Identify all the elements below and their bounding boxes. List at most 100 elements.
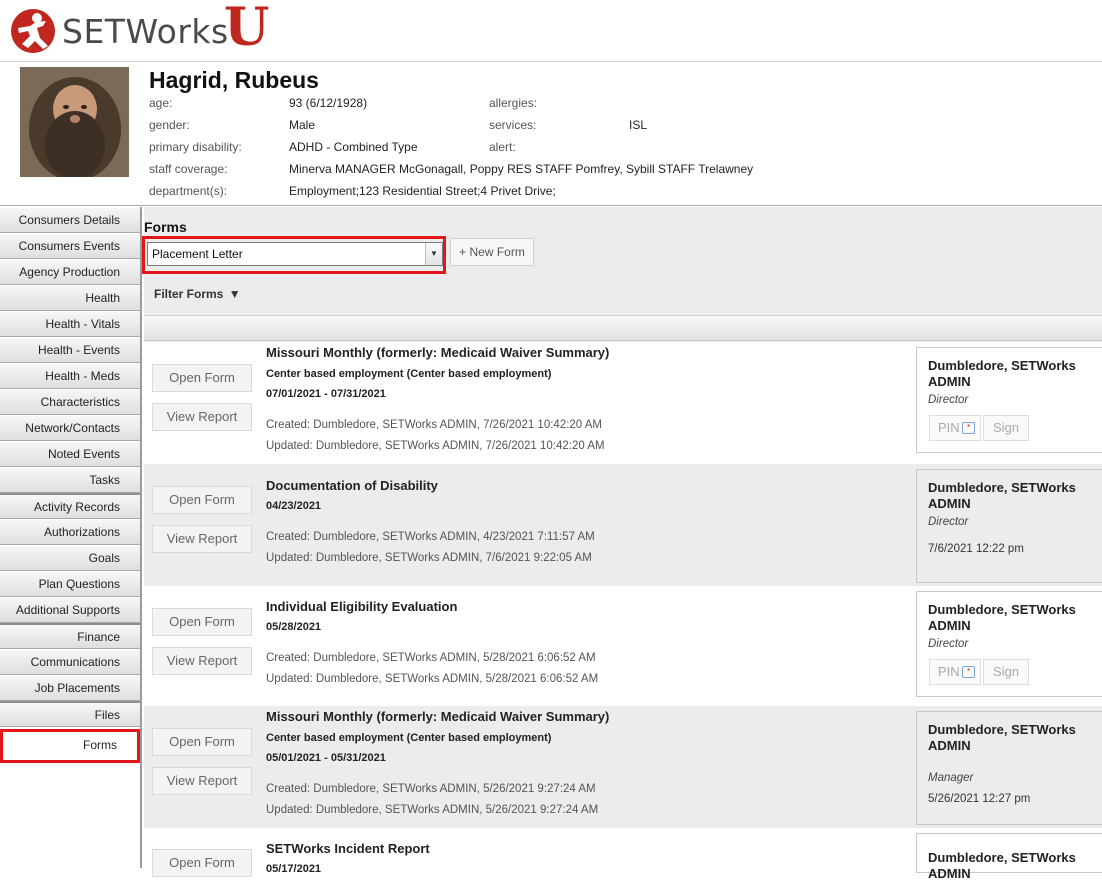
sidebar-item-health-events[interactable]: Health - Events [0,337,140,363]
forms-panel: Forms Placement Letter ▼ + New Form Filt… [142,207,1102,881]
sidebar-item-consumers-details[interactable]: Consumers Details [0,207,140,233]
staff-coverage-label: staff coverage: [149,162,228,176]
form-dates: 07/01/2021 - 07/31/2021 [266,388,386,400]
gender-label: gender: [149,118,190,132]
signature-card: Dumbledore, SETWorks ADMIN Director 7/6/… [916,469,1102,583]
signature-date: 5/26/2021 12:27 pm [928,793,1031,805]
signer-role: Director [928,638,969,650]
pin-label: PIN [938,420,960,435]
sidebar-item-health[interactable]: Health [0,285,140,311]
logo-u-mark: U [224,0,270,58]
signer-name: Dumbledore, SETWorks ADMIN [928,480,1076,511]
open-form-button[interactable]: Open Form [152,608,252,636]
sidebar-item-goals[interactable]: Goals [0,545,140,571]
form-created: Created: Dumbledore, SETWorks ADMIN, 7/2… [266,419,603,431]
sidebar-item-characteristics[interactable]: Characteristics [0,389,140,415]
sidebar-item-health-vitals[interactable]: Health - Vitals [0,311,140,337]
open-form-button[interactable]: Open Form [152,364,252,392]
sidebar-item-health-meds[interactable]: Health - Meds [0,363,140,389]
view-report-button[interactable]: View Report [152,647,252,675]
sidebar-item-activity-records[interactable]: Activity Records [0,493,140,519]
open-form-button[interactable]: Open Form [152,728,252,756]
gender-value: Male [289,118,316,132]
app-header: SETWorks U [0,0,1102,62]
age-value: 93 (6/12/1928) [289,96,368,110]
consumer-photo [20,67,129,177]
form-row: Open Form View Report Individual Eligibi… [144,586,1102,706]
view-report-button[interactable]: View Report [152,767,252,795]
signature-card: Dumbledore, SETWorks ADMIN Director PIN *… [916,347,1102,453]
sidebar-item-job-placements[interactable]: Job Placements [0,675,140,701]
form-subtitle: Center based employment (Center based em… [266,732,552,744]
sidebar-item-network-contacts[interactable]: Network/Contacts [0,415,140,441]
form-type-select[interactable]: Placement Letter ▼ [147,242,443,266]
view-report-button[interactable]: View Report [152,525,252,553]
form-updated: Updated: Dumbledore, SETWorks ADMIN, 7/6… [266,552,592,564]
form-title[interactable]: Missouri Monthly (formerly: Medicaid Wai… [266,345,609,360]
sidebar-item-files[interactable]: Files [0,701,140,727]
signer-role: Director [928,516,969,528]
age-label: age: [149,96,173,110]
primary-disability-label: primary disability: [149,140,242,154]
form-row: Open Form View Report Missouri Monthly (… [144,342,1102,464]
sidebar-nav: Consumers Details Consumers Events Agenc… [0,207,142,868]
sidebar-item-plan-questions[interactable]: Plan Questions [0,571,140,597]
allergies-label: allergies: [489,96,538,110]
signature-card: Dumbledore, SETWorks ADMIN [916,833,1102,881]
sidebar-item-additional-supports[interactable]: Additional Supports [0,597,140,623]
pin-button[interactable]: PIN * [929,415,981,441]
open-form-button[interactable]: Open Form [152,486,252,514]
services-label: services: [489,118,537,132]
filter-forms-toggle[interactable]: Filter Forms ▼ [154,287,241,301]
alert-label: alert: [489,140,516,154]
signature-card: Dumbledore, SETWorks ADMIN Director PIN *… [916,591,1102,697]
pin-pad-icon: * [962,422,975,434]
form-dates: 04/23/2021 [266,500,322,512]
form-title[interactable]: Documentation of Disability [266,478,438,493]
form-updated: Updated: Dumbledore, SETWorks ADMIN, 7/2… [266,440,605,452]
sidebar-item-communications[interactable]: Communications [0,649,140,675]
setworks-logo-icon [11,9,55,53]
logo-text: SETWorks [62,12,229,51]
sidebar-item-finance[interactable]: Finance [0,623,140,649]
sidebar-item-tasks[interactable]: Tasks [0,467,140,493]
form-updated: Updated: Dumbledore, SETWorks ADMIN, 5/2… [266,804,599,816]
form-updated: Updated: Dumbledore, SETWorks ADMIN, 5/2… [266,673,599,685]
form-dates: 05/17/2021 [266,863,322,875]
form-title[interactable]: Missouri Monthly (formerly: Medicaid Wai… [266,709,609,724]
form-title[interactable]: Individual Eligibility Evaluation [266,599,457,614]
form-created: Created: Dumbledore, SETWorks ADMIN, 4/2… [266,531,595,543]
form-subtitle: Center based employment (Center based em… [266,368,552,380]
consumer-photo-image [20,67,129,177]
primary-disability-value: ADHD - Combined Type [289,140,418,154]
new-form-button[interactable]: + New Form [450,238,534,266]
form-created: Created: Dumbledore, SETWorks ADMIN, 5/2… [266,652,596,664]
form-row: Open Form View Report Documentation of D… [144,464,1102,586]
signer-name: Dumbledore, SETWorks ADMIN [928,358,1076,389]
form-row: Open Form SETWorks Incident Report 05/17… [144,828,1102,881]
signer-role: Director [928,394,969,406]
departments-label: department(s): [149,184,228,198]
pin-label: PIN [938,664,960,679]
sidebar-item-authorizations[interactable]: Authorizations [0,519,140,545]
form-dates: 05/28/2021 [266,621,322,633]
sidebar-item-consumers-events[interactable]: Consumers Events [0,233,140,259]
chevron-down-icon[interactable]: ▼ [425,243,442,265]
sign-button[interactable]: Sign [983,659,1029,685]
form-title[interactable]: SETWorks Incident Report [266,841,430,856]
sidebar-item-noted-events[interactable]: Noted Events [0,441,140,467]
pin-pad-icon: * [962,666,975,678]
view-report-button[interactable]: View Report [152,403,252,431]
pin-button[interactable]: PIN * [929,659,981,685]
page-title: Forms [144,219,187,235]
open-form-button[interactable]: Open Form [152,849,252,877]
triangle-down-icon: ▼ [228,287,241,301]
form-dates: 05/01/2021 - 05/31/2021 [266,752,386,764]
signer-name: Dumbledore, SETWorks ADMIN [928,850,1076,881]
sidebar-item-agency-production[interactable]: Agency Production [0,259,140,285]
signature-card: Dumbledore, SETWorks ADMIN Manager 5/26/… [916,711,1102,825]
form-type-select-value: Placement Letter [152,247,243,261]
filter-forms-label: Filter Forms [154,287,224,301]
sign-button[interactable]: Sign [983,415,1029,441]
sidebar-item-forms[interactable]: Forms [0,729,140,763]
